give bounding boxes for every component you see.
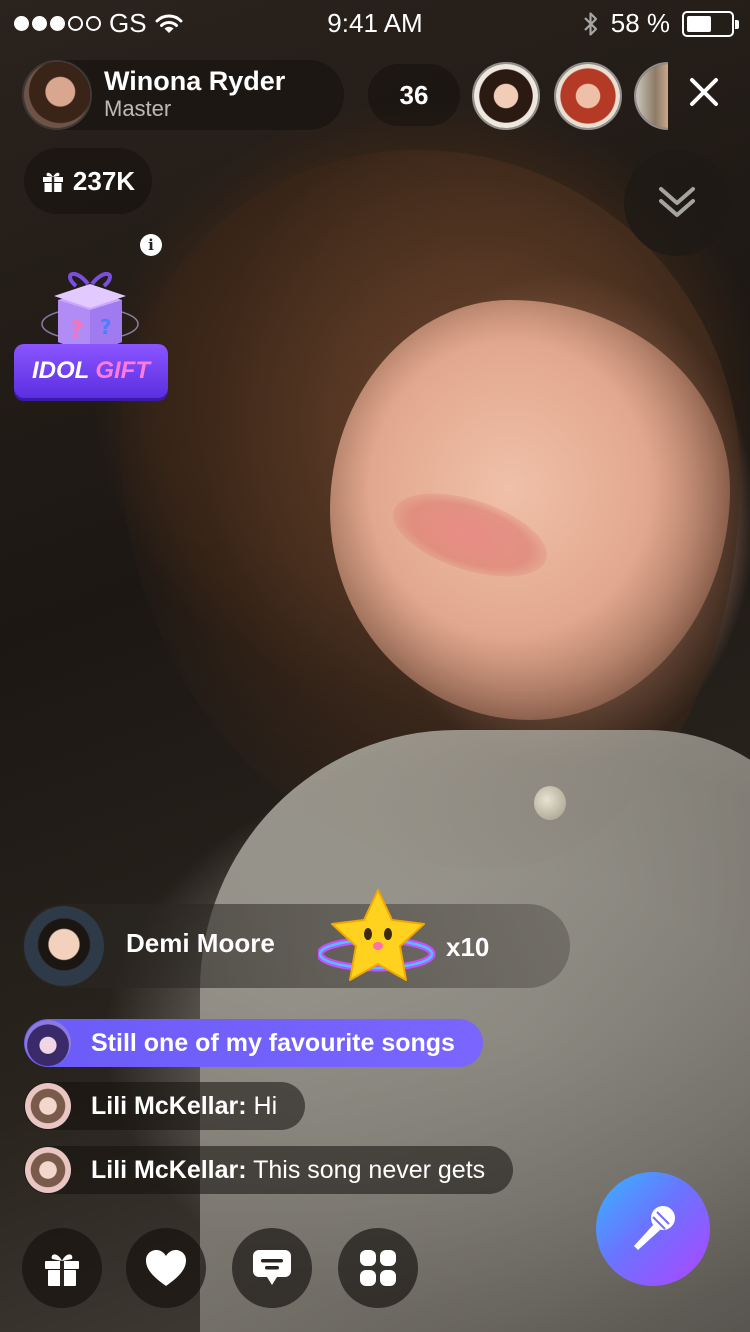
gift-multiplier: x10 bbox=[446, 932, 490, 962]
chat-message-highlighted[interactable]: Still one of my favourite songs bbox=[24, 1019, 483, 1067]
host-avatar[interactable] bbox=[22, 60, 92, 130]
gift-notification-banner: Demi Moore x10 bbox=[22, 889, 570, 988]
idol-gift-widget[interactable]: ? ? i IDOL GIFT bbox=[10, 232, 180, 408]
microphone-icon bbox=[634, 1206, 675, 1250]
chat-message[interactable]: Lili McKellar: Hi bbox=[24, 1082, 306, 1130]
gifts-total-badge[interactable]: 237K bbox=[24, 148, 152, 214]
star-gift-icon bbox=[318, 889, 436, 981]
info-icon[interactable]: i bbox=[140, 234, 162, 256]
chat-message-text: Still one of my favourite songs bbox=[91, 1028, 455, 1057]
viewer-avatar[interactable] bbox=[472, 62, 540, 130]
gift-sender-avatar[interactable] bbox=[24, 906, 104, 986]
idol-gift-label-part1: IDOL bbox=[32, 357, 90, 384]
chat-message-text: This song never gets bbox=[253, 1155, 486, 1184]
bluetooth-icon bbox=[583, 11, 597, 36]
svg-text:?: ? bbox=[100, 315, 112, 339]
chat-bubble-icon bbox=[253, 1250, 291, 1285]
gifts-total-value: 237K bbox=[72, 165, 136, 196]
gift-button[interactable] bbox=[22, 1228, 102, 1308]
heart-icon bbox=[146, 1250, 186, 1286]
video-shirt-button bbox=[534, 786, 566, 820]
chat-message-content: Lili McKellar: This song never gets bbox=[91, 1156, 485, 1185]
chat-avatar[interactable] bbox=[25, 1147, 71, 1193]
svg-text:?: ? bbox=[70, 318, 83, 343]
viewer-avatar[interactable] bbox=[634, 62, 668, 130]
viewer-avatar[interactable] bbox=[554, 62, 622, 130]
gift-sender-name: Demi Moore bbox=[126, 928, 275, 958]
host-info: Winona Ryder Master bbox=[104, 67, 285, 123]
chat-avatar[interactable] bbox=[25, 1083, 71, 1129]
gift-icon bbox=[45, 1254, 79, 1286]
status-bar: GS 9:41 AM 58 % bbox=[0, 0, 750, 46]
battery-icon bbox=[682, 10, 739, 37]
more-apps-button[interactable] bbox=[338, 1228, 418, 1308]
gift-small-icon bbox=[42, 172, 63, 192]
close-button[interactable] bbox=[676, 64, 732, 120]
idol-gift-label: IDOL GIFT bbox=[14, 344, 168, 398]
battery-level-fill bbox=[687, 15, 712, 32]
sing-microphone-button[interactable] bbox=[596, 1172, 710, 1286]
like-button[interactable] bbox=[126, 1228, 206, 1308]
chevron-double-down-icon bbox=[659, 187, 695, 217]
apps-grid-icon bbox=[360, 1250, 396, 1286]
status-right: 58 % bbox=[583, 8, 739, 39]
host-role: Master bbox=[104, 96, 172, 121]
chat-avatar[interactable] bbox=[25, 1020, 71, 1066]
close-icon bbox=[690, 78, 718, 106]
collapse-button[interactable] bbox=[624, 150, 730, 256]
chat-username: Lili McKellar: bbox=[91, 1155, 247, 1184]
comment-button[interactable] bbox=[232, 1228, 312, 1308]
host-name: Winona Ryder bbox=[104, 66, 286, 96]
chat-username: Lili McKellar: bbox=[91, 1091, 247, 1120]
chat-message[interactable]: Lili McKellar: This song never gets bbox=[24, 1146, 514, 1194]
battery-percent: 58 % bbox=[610, 8, 670, 38]
chat-message-content: Lili McKellar: Hi bbox=[91, 1092, 277, 1121]
idol-gift-label-part2: GIFT bbox=[95, 357, 150, 384]
viewer-count-badge[interactable]: 36 bbox=[368, 64, 460, 126]
host-profile-pill[interactable]: Winona Ryder Master bbox=[22, 60, 344, 130]
chat-message-text: Hi bbox=[253, 1091, 278, 1120]
